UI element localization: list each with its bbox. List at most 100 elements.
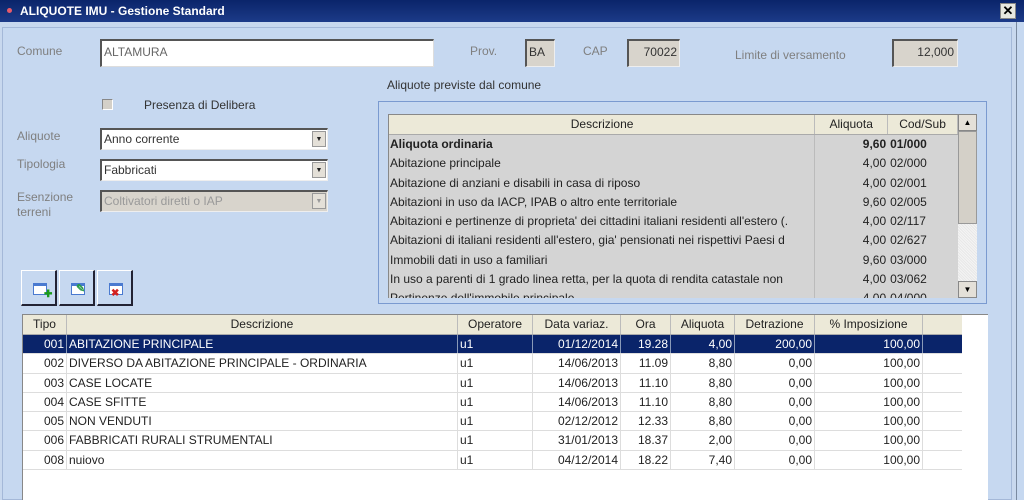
- tipo-detrazione-cell: 0,00: [735, 354, 815, 373]
- new-record-button[interactable]: ✚: [21, 270, 57, 306]
- aliquota-row[interactable]: Aliquota ordinaria 9,60 01/000: [389, 135, 958, 155]
- aliquota-descrizione-cell: Pertinenze dell'immobile principale: [389, 289, 816, 298]
- tipo-aliquota-cell: 8,80: [671, 354, 735, 373]
- col-header-descrizione[interactable]: Descrizione: [67, 315, 458, 334]
- tipo-ora-cell: 11.10: [621, 392, 671, 412]
- tipi-rows: 001 ABITAZIONE PRINCIPALE u1 01/12/2014 19.2…: [23, 335, 988, 471]
- col-header-cod-sub[interactable]: Cod/Sub: [888, 115, 958, 134]
- tipi-header: Tipo Descrizione Operatore Data variaz. …: [23, 315, 962, 335]
- delibera-checkbox[interactable]: [102, 99, 113, 110]
- tipo-aliquota-cell: 7,40: [671, 450, 735, 470]
- aliquote-comune-rows: Aliquota ordinaria 9,60 01/000 Abitazione p…: [389, 135, 958, 298]
- tipo-imposizione-cell: 100,00: [815, 412, 923, 431]
- tipo-descrizione-cell: DIVERSO DA ABITAZIONE PRINCIPALE - ORDIN…: [67, 354, 458, 373]
- aliquote-select[interactable]: Anno corrente ▼: [100, 128, 328, 150]
- aliquota-row[interactable]: Abitazioni e pertinenze di proprieta' de…: [389, 212, 958, 232]
- tipo-imposizione-cell: 100,00: [815, 431, 923, 450]
- delete-record-button[interactable]: ✖: [97, 270, 133, 306]
- title-bar: ALIQUOTE IMU - Gestione Standard ✕: [0, 0, 1024, 22]
- aliquota-row[interactable]: Abitazione di anziani e disabili in casa…: [389, 173, 958, 193]
- tipo-operatore-cell: u1: [458, 354, 533, 373]
- esenzione-select: Coltivatori diretti o IAP ▼: [100, 190, 328, 212]
- limite-value: 12,000: [917, 45, 954, 59]
- tipo-tipo-cell: 006: [23, 431, 67, 450]
- col-header-aliquota[interactable]: Aliquota: [671, 315, 735, 334]
- aliquota-row[interactable]: Pertinenze dell'immobile principale4,000…: [389, 289, 958, 298]
- prov-field: BA: [525, 39, 555, 67]
- tipo-tipo-cell: 001: [23, 335, 67, 354]
- scroll-thumb[interactable]: [958, 131, 977, 224]
- tipo-operatore-cell: u1: [458, 373, 533, 392]
- col-header-data-variaz[interactable]: Data variaz.: [533, 315, 621, 334]
- tipo-tipo-cell: 005: [23, 412, 67, 431]
- tipo-detrazione-cell: 200,00: [735, 335, 815, 354]
- tipo-row[interactable]: 004 CASE SFITTE u1 14/06/2013 11.10 8,80 0,00 1…: [23, 392, 962, 413]
- tipo-imposizione-cell: 100,00: [815, 392, 923, 412]
- col-header-descrizione[interactable]: Descrizione: [389, 115, 816, 134]
- col-header-ora[interactable]: Ora: [621, 315, 671, 334]
- aliquota-row[interactable]: In uso a parenti di 1 grado linea retta,…: [389, 270, 958, 290]
- aliquota-cod-cell: 02/117: [890, 214, 926, 229]
- comune-input[interactable]: ALTAMURA: [100, 39, 434, 67]
- tipo-ora-cell: 18.22: [621, 450, 671, 470]
- aliquota-value-cell: 4,00: [862, 214, 887, 229]
- aliquota-value-cell: 4,00: [862, 175, 887, 190]
- tipo-data-cell: 01/12/2014: [533, 335, 621, 354]
- tipo-operatore-cell: u1: [458, 450, 533, 470]
- tipo-operatore-cell: u1: [458, 392, 533, 412]
- chevron-down-icon[interactable]: ▼: [312, 162, 326, 178]
- aliquota-row[interactable]: Abitazioni in uso da IACP, IPAB o altro …: [389, 192, 958, 213]
- aliquota-descrizione-cell: Aliquota ordinaria: [389, 135, 816, 155]
- tipo-operatore-cell: u1: [458, 431, 533, 450]
- tipo-descrizione-cell: ABITAZIONE PRINCIPALE: [67, 335, 458, 354]
- tipo-row[interactable]: 008 nuiovo u1 04/12/2014 18.22 7,40 0,00 100,00: [23, 450, 962, 471]
- col-header-aliquota[interactable]: Aliquota: [815, 115, 889, 134]
- esenzione-select-value: Coltivatori diretti o IAP: [104, 194, 223, 208]
- cap-field: 70022: [627, 39, 680, 67]
- cap-label: CAP: [583, 44, 608, 58]
- tipo-ora-cell: 12.33: [621, 412, 671, 431]
- col-header-imposizione[interactable]: % Imposizione: [815, 315, 923, 334]
- aliquota-cod-cell: 02/627: [890, 233, 927, 248]
- chevron-down-icon[interactable]: ▼: [312, 131, 326, 147]
- aliquota-value-cell: 4,00: [862, 272, 887, 287]
- close-button[interactable]: ✕: [1000, 3, 1016, 19]
- tipo-row[interactable]: 001 ABITAZIONE PRINCIPALE u1 01/12/2014 19.2…: [23, 335, 962, 355]
- tipo-row[interactable]: 003 CASE LOCATE u1 14/06/2013 11.10 8,80 0,00 1…: [23, 373, 962, 393]
- aliquota-row[interactable]: Immobili dati in uso a familiari 9,60 03/0…: [389, 250, 958, 271]
- aliquote-comune-scrollbar[interactable]: ▲ ▼: [958, 114, 977, 298]
- tipo-detrazione-cell: 0,00: [735, 450, 815, 470]
- tipo-row[interactable]: 005 NON VENDUTI u1 02/12/2012 12.33 8,80 0,00 1…: [23, 412, 962, 432]
- col-header-detrazione[interactable]: Detrazione: [735, 315, 815, 334]
- tipo-descrizione-cell: CASE SFITTE: [67, 392, 458, 412]
- tipo-imposizione-cell: 100,00: [815, 354, 923, 373]
- tipo-ora-cell: 11.10: [621, 373, 671, 392]
- tipo-row[interactable]: 006 FABBRICATI RURALI STRUMENTALI u1 31/01/…: [23, 431, 962, 451]
- scroll-up-button[interactable]: ▲: [958, 114, 977, 131]
- aliquota-row[interactable]: Abitazioni di italiani residenti all'est…: [389, 231, 958, 251]
- tipo-data-cell: 31/01/2013: [533, 431, 621, 450]
- tipo-ora-cell: 18.37: [621, 431, 671, 450]
- aliquota-value-cell: 4,00: [862, 156, 887, 171]
- scroll-down-button[interactable]: ▼: [958, 281, 977, 298]
- aliquota-cod-cell: 02/005: [890, 194, 927, 209]
- aliquota-row[interactable]: Abitazione principale 4,00 02/000: [389, 154, 958, 174]
- window-right-edge: [1016, 22, 1024, 500]
- tipologia-select[interactable]: Fabbricati ▼: [100, 159, 328, 181]
- tipologia-label: Tipologia: [17, 157, 66, 171]
- edit-record-button[interactable]: ✎: [59, 270, 95, 306]
- tipo-row[interactable]: 002 DIVERSO DA ABITAZIONE PRINCIPALE - OR…: [23, 354, 962, 374]
- tipo-descrizione-cell: FABBRICATI RURALI STRUMENTALI: [67, 431, 458, 450]
- aliquota-descrizione-cell: Abitazioni in uso da IACP, IPAB o altro …: [389, 192, 816, 213]
- app-icon: [7, 8, 12, 13]
- prov-value: BA: [529, 45, 546, 59]
- tipo-data-cell: 14/06/2013: [533, 354, 621, 373]
- tipo-operatore-cell: u1: [458, 335, 533, 354]
- aliquote-label: Aliquote: [17, 129, 61, 143]
- arrow-up-icon: ▲: [963, 118, 972, 127]
- tipo-data-cell: 14/06/2013: [533, 373, 621, 392]
- col-header-operatore[interactable]: Operatore: [458, 315, 533, 334]
- col-header-tipo[interactable]: Tipo: [23, 315, 67, 334]
- tipo-ora-cell: 11.09: [621, 354, 671, 373]
- tipo-ora-cell: 19.28: [621, 335, 671, 354]
